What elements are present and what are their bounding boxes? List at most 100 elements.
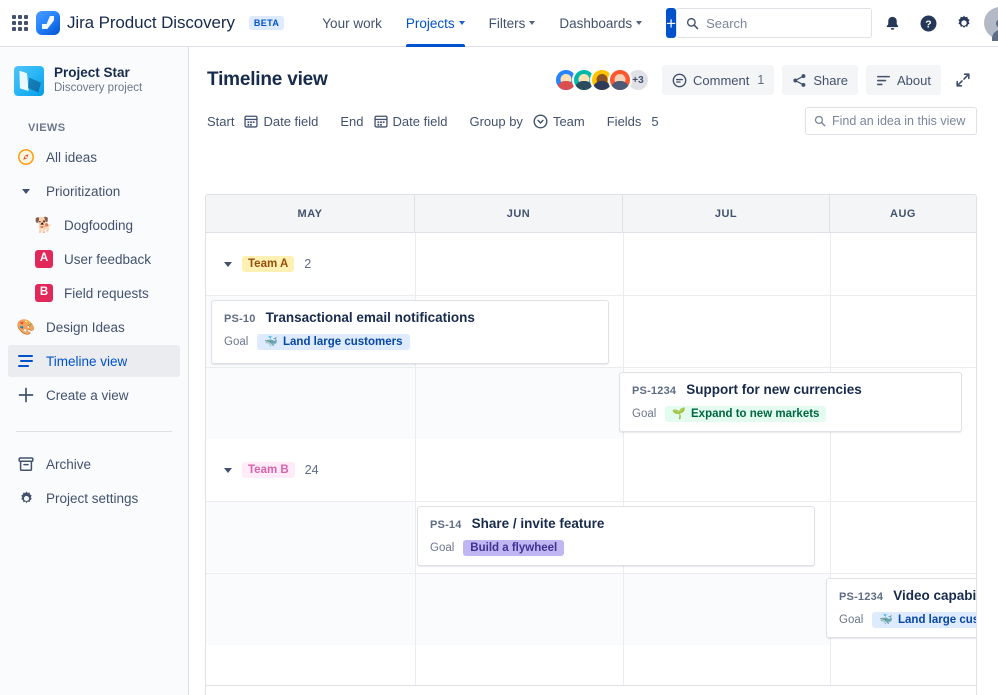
sidebar-item-prioritization[interactable]: Prioritization <box>8 175 180 207</box>
primary-nav-links: Your work Projects Filters Dashboards <box>312 0 652 47</box>
select-field-icon <box>533 114 548 128</box>
nav-dashboards[interactable]: Dashboards <box>549 0 652 47</box>
sidebar-item-user-feedback[interactable]: A User feedback <box>8 243 180 275</box>
project-name: Project Star <box>54 65 130 80</box>
project-header[interactable]: Project Star Discovery project <box>0 61 188 96</box>
page-title: Timeline view <box>207 69 328 90</box>
sidebar-item-dogfooding[interactable]: 🐕 Dogfooding <box>8 209 180 241</box>
comment-count: 1 <box>757 73 765 87</box>
group-count-team-a: 2 <box>304 257 312 271</box>
about-icon <box>877 75 891 85</box>
idea-goal-name: Expand to new markets <box>691 408 820 420</box>
brand-home-link[interactable]: Jira Product Discovery BETA <box>36 11 285 35</box>
expand-icon <box>956 73 970 87</box>
project-type: Discovery project <box>54 82 143 94</box>
help-button[interactable]: ? <box>912 7 944 39</box>
sidebar-item-all-ideas[interactable]: All ideas <box>8 141 180 173</box>
calendar-icon <box>373 115 388 128</box>
main-content: Timeline view +3 Comment 1 Share About S… <box>189 47 998 695</box>
brand-name: Jira Product Discovery <box>67 13 235 32</box>
sidebar-item-design-ideas[interactable]: 🎨 Design Ideas <box>8 311 180 343</box>
sidebar-item-archive-label: Archive <box>46 456 92 472</box>
end-field-name: Date field <box>392 113 448 129</box>
global-nav-right-actions: Search ? <box>676 7 998 41</box>
share-icon <box>793 73 806 87</box>
fields-count: 5 <box>651 113 659 129</box>
gear-icon <box>958 15 970 29</box>
timeline-toolbar: Start Date field End Date field Group by… <box>189 95 998 145</box>
collaborator-avatars[interactable]: +3 <box>554 68 650 92</box>
sidebar-item-user-feedback-label: User feedback <box>64 251 152 267</box>
start-field-control[interactable]: Start Date field <box>207 111 322 132</box>
sidebar-item-field-requests[interactable]: B Field requests <box>8 277 180 309</box>
find-idea-placeholder: Find an idea in this view <box>832 114 966 128</box>
artist-palette-icon: 🎨 <box>16 318 36 336</box>
create-button[interactable]: + <box>666 8 677 38</box>
nav-filters[interactable]: Filters <box>479 0 546 47</box>
end-field-value[interactable]: Date field <box>370 111 452 132</box>
timeline-lane: PS-14 Share / invite feature Goal Build … <box>206 501 976 573</box>
idea-goal-label: Goal <box>632 408 657 420</box>
sidebar-item-project-settings[interactable]: Project settings <box>8 482 180 514</box>
notifications-button[interactable] <box>876 7 908 39</box>
avatar <box>608 68 632 92</box>
idea-card-ps-10[interactable]: PS-10 Transactional email notifications … <box>211 300 609 364</box>
letter-b-badge-icon: B <box>34 283 54 303</box>
sidebar-item-timeline-view[interactable]: Timeline view <box>8 345 180 377</box>
plus-icon <box>16 385 36 405</box>
find-idea-input[interactable]: Find an idea in this view <box>805 107 977 135</box>
comment-icon <box>672 73 687 87</box>
nav-your-work[interactable]: Your work <box>312 0 392 47</box>
idea-card-ps-14[interactable]: PS-14 Share / invite feature Goal Build … <box>417 506 815 566</box>
month-column-header: MAY <box>206 195 415 232</box>
chevron-down-icon[interactable] <box>224 261 232 267</box>
project-avatar-icon <box>14 65 44 96</box>
group-label-team-a: Team A <box>242 256 295 272</box>
dog-icon: 🐕 <box>34 216 54 234</box>
fields-label: Fields <box>606 113 642 129</box>
start-label: Start <box>207 113 235 129</box>
timeline-lane: PS-10 Transactional email notifications … <box>206 295 976 367</box>
whale-icon: 🐳 <box>264 335 278 348</box>
jira-product-discovery-logo-icon <box>36 11 60 35</box>
sidebar-item-create-a-view[interactable]: Create a view <box>8 379 180 411</box>
fields-control[interactable]: Fields 5 <box>607 114 659 129</box>
comment-button[interactable]: Comment 1 <box>662 65 775 95</box>
group-by-control[interactable]: Group by Team <box>469 111 588 132</box>
chevron-down-icon[interactable] <box>224 467 232 473</box>
idea-key: PS-10 <box>224 313 256 325</box>
group-by-value[interactable]: Team <box>529 111 589 132</box>
start-field-name: Date field <box>263 113 319 129</box>
idea-card-ps-1234-video[interactable]: PS-1234 Video capabilities Goal 🐳 Land l… <box>826 578 976 638</box>
idea-goal-name: Build a flywheel <box>470 542 558 554</box>
group-count-team-b: 24 <box>304 463 319 477</box>
idea-title: Transactional email notifications <box>265 310 475 325</box>
idea-goal-label: Goal <box>839 614 864 626</box>
idea-goal-label: Goal <box>430 542 455 554</box>
group-header-team-a[interactable]: Team A 2 <box>206 233 976 295</box>
global-navigation-bar: Jira Product Discovery BETA Your work Pr… <box>0 0 998 47</box>
about-button[interactable]: About <box>866 65 941 95</box>
profile-avatar[interactable] <box>984 7 998 41</box>
sidebar-item-archive[interactable]: Archive <box>8 448 180 480</box>
nav-projects[interactable]: Projects <box>396 0 475 47</box>
nav-projects-label: Projects <box>405 15 455 31</box>
app-switcher-button[interactable] <box>12 7 28 39</box>
month-column-header: AUG <box>890 207 916 220</box>
timeline-grid: MAY JUN JUL AUG Team A 2 PS-10 Transacti… <box>205 194 977 695</box>
group-by-field-name: Team <box>552 113 585 129</box>
nav-dashboards-label: Dashboards <box>559 15 633 31</box>
share-button[interactable]: Share <box>782 65 859 95</box>
timeline-body: Team A 2 PS-10 Transactional email notif… <box>205 233 977 686</box>
global-search-input[interactable]: Search <box>676 8 873 38</box>
whale-icon: 🐳 <box>879 613 893 626</box>
settings-button[interactable] <box>948 7 980 39</box>
end-field-control[interactable]: End Date field <box>340 111 451 132</box>
view-header-actions: +3 Comment 1 Share About <box>554 65 977 95</box>
group-header-team-b[interactable]: Team B 24 <box>206 439 976 501</box>
sidebar-item-create-a-view-label: Create a view <box>46 387 129 403</box>
start-field-value[interactable]: Date field <box>240 111 322 132</box>
idea-goal-name: Land large customers <box>283 336 403 348</box>
idea-card-ps-1234-currencies[interactable]: PS-1234 Support for new currencies Goal … <box>619 372 962 432</box>
expand-fullscreen-button[interactable] <box>949 66 977 94</box>
